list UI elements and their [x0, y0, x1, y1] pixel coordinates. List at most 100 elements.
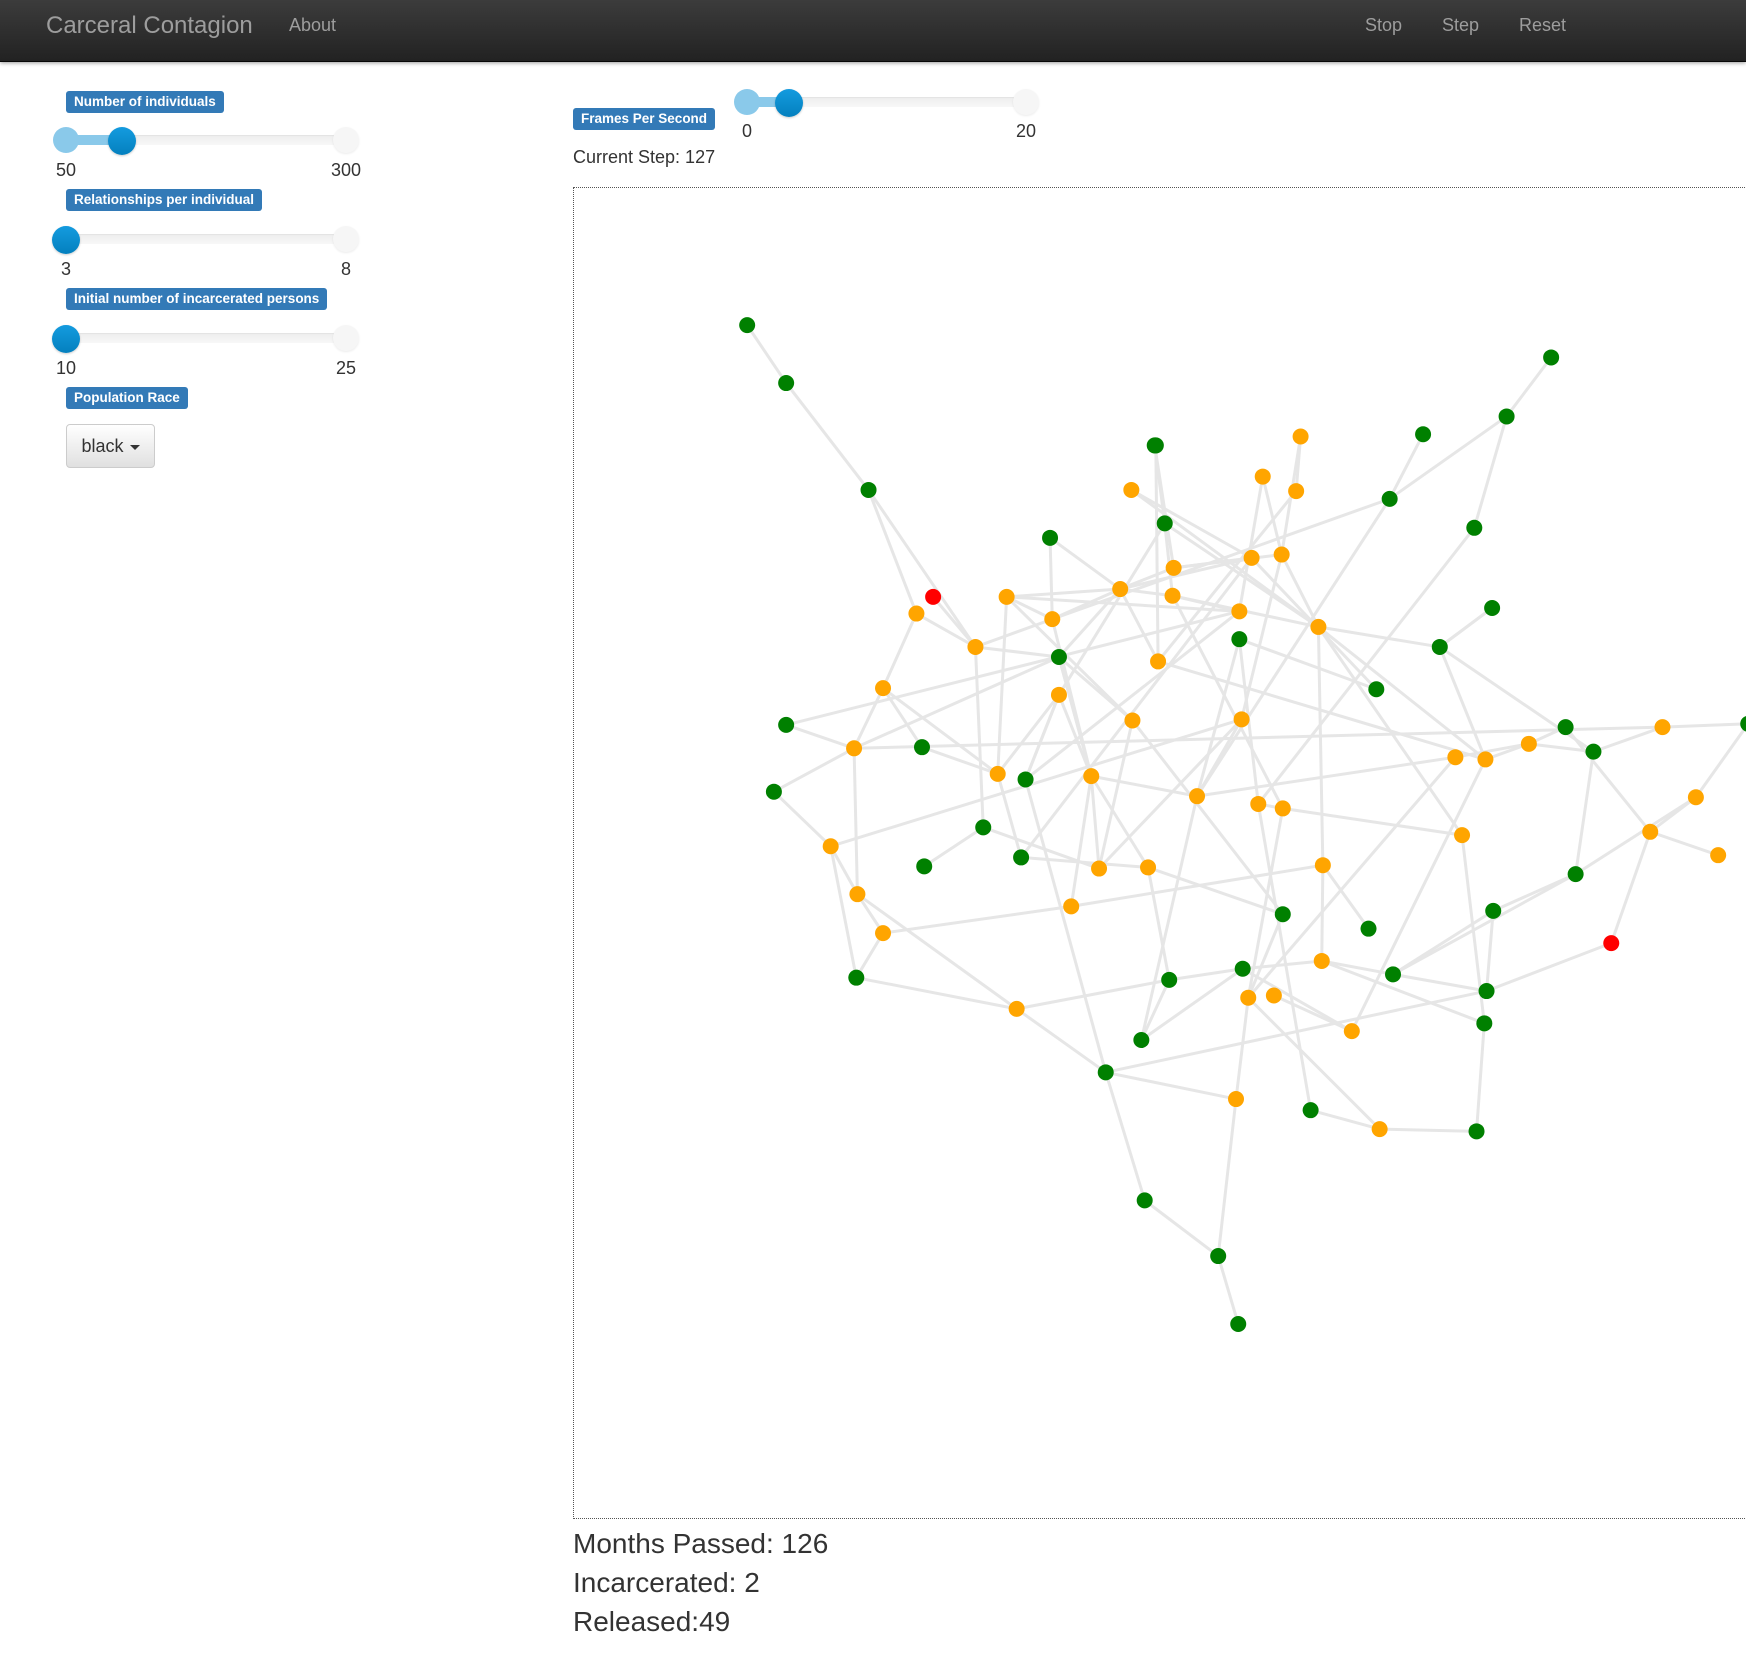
slider-handle[interactable] — [108, 127, 136, 155]
stop-button[interactable]: Stop — [1365, 15, 1402, 36]
person-node-free[interactable] — [1231, 631, 1248, 648]
person-node-free[interactable] — [1360, 920, 1377, 937]
person-node-free[interactable] — [975, 819, 992, 836]
person-node-free[interactable] — [916, 858, 933, 875]
person-node-free[interactable] — [1302, 1102, 1319, 1119]
relationships-slider[interactable] — [52, 226, 359, 254]
person-node-released[interactable] — [1313, 952, 1330, 969]
person-node-free[interactable] — [1740, 716, 1746, 732]
person-node-free[interactable] — [1476, 1015, 1493, 1032]
slider-handle[interactable] — [52, 325, 80, 353]
person-node-free[interactable] — [1567, 866, 1584, 883]
person-node-released[interactable] — [1310, 618, 1327, 635]
slider-handle[interactable] — [52, 226, 80, 254]
person-node-free[interactable] — [765, 783, 782, 800]
person-node-released[interactable] — [1454, 827, 1471, 844]
person-node-released[interactable] — [875, 925, 892, 942]
person-node-released[interactable] — [1044, 611, 1061, 628]
step-button[interactable]: Step — [1442, 15, 1479, 36]
fps-slider[interactable] — [734, 89, 1039, 117]
person-node-released[interactable] — [1063, 898, 1080, 915]
individuals-slider[interactable] — [53, 127, 359, 155]
person-node-free[interactable] — [1136, 1192, 1153, 1209]
person-node-released[interactable] — [1150, 653, 1167, 670]
person-node-free[interactable] — [1017, 771, 1034, 788]
person-node-free[interactable] — [1274, 906, 1291, 923]
brand-title[interactable]: Carceral Contagion — [46, 12, 253, 40]
person-node-released[interactable] — [998, 588, 1015, 605]
person-node-released[interactable] — [1371, 1121, 1388, 1138]
person-node-released[interactable] — [1274, 800, 1291, 817]
person-node-free[interactable] — [1133, 1032, 1150, 1049]
person-node-released[interactable] — [1710, 847, 1727, 864]
person-node-incarcerated[interactable] — [925, 588, 942, 605]
person-node-released[interactable] — [846, 740, 863, 757]
person-node-released[interactable] — [1447, 749, 1464, 766]
person-node-released[interactable] — [1124, 712, 1141, 729]
person-node-free[interactable] — [739, 317, 756, 334]
person-node-free[interactable] — [1210, 1248, 1227, 1265]
person-node-released[interactable] — [1243, 549, 1260, 566]
slider-handle[interactable] — [774, 89, 803, 117]
person-node-free[interactable] — [1156, 515, 1173, 532]
person-node-released[interactable] — [1654, 719, 1671, 736]
person-node-released[interactable] — [1343, 1023, 1360, 1040]
person-node-released[interactable] — [822, 838, 839, 855]
person-node-free[interactable] — [848, 969, 865, 986]
person-node-free[interactable] — [1381, 490, 1398, 507]
nav-about-link[interactable]: About — [289, 15, 336, 36]
person-node-released[interactable] — [1642, 823, 1659, 840]
person-node-released[interactable] — [1265, 987, 1282, 1004]
person-node-released[interactable] — [1112, 581, 1129, 598]
person-node-free[interactable] — [1013, 849, 1030, 866]
person-node-free[interactable] — [1468, 1123, 1485, 1140]
person-node-released[interactable] — [1292, 428, 1309, 445]
person-node-free[interactable] — [1484, 599, 1501, 616]
person-node-released[interactable] — [1050, 686, 1067, 703]
person-node-free[interactable] — [1485, 902, 1502, 919]
person-node-released[interactable] — [1477, 751, 1494, 768]
person-node-free[interactable] — [1147, 437, 1164, 454]
person-node-released[interactable] — [875, 680, 892, 697]
person-node-free[interactable] — [1234, 960, 1251, 977]
person-node-released[interactable] — [849, 886, 866, 903]
person-node-free[interactable] — [1585, 743, 1602, 760]
person-node-released[interactable] — [1091, 860, 1108, 877]
person-node-free[interactable] — [1431, 638, 1448, 655]
person-node-free[interactable] — [1543, 349, 1560, 366]
person-node-released[interactable] — [967, 638, 984, 655]
person-node-released[interactable] — [1164, 587, 1181, 604]
person-node-released[interactable] — [1250, 795, 1267, 812]
person-node-released[interactable] — [1273, 546, 1290, 563]
person-node-released[interactable] — [989, 765, 1006, 782]
person-node-released[interactable] — [1123, 481, 1140, 498]
person-node-free[interactable] — [1557, 719, 1574, 736]
person-node-free[interactable] — [1498, 408, 1515, 425]
person-node-released[interactable] — [1008, 1000, 1025, 1017]
person-node-free[interactable] — [778, 375, 795, 392]
person-node-released[interactable] — [1687, 789, 1704, 806]
person-node-free[interactable] — [1050, 648, 1067, 665]
person-node-released[interactable] — [1520, 735, 1537, 752]
person-node-released[interactable] — [1189, 788, 1206, 805]
person-node-free[interactable] — [860, 481, 877, 498]
person-node-free[interactable] — [1097, 1064, 1114, 1081]
person-node-released[interactable] — [1240, 989, 1257, 1006]
person-node-released[interactable] — [1140, 859, 1157, 876]
person-node-released[interactable] — [1254, 468, 1271, 485]
person-node-free[interactable] — [1478, 983, 1495, 1000]
person-node-released[interactable] — [1228, 1091, 1245, 1108]
reset-button[interactable]: Reset — [1519, 15, 1566, 36]
person-node-free[interactable] — [1161, 971, 1178, 988]
person-node-free[interactable] — [1368, 681, 1385, 698]
person-node-released[interactable] — [1288, 483, 1305, 500]
person-node-released[interactable] — [908, 605, 925, 622]
person-node-free[interactable] — [1415, 426, 1432, 443]
slider-track[interactable] — [66, 234, 346, 244]
slider-track[interactable] — [66, 333, 346, 343]
person-node-incarcerated[interactable] — [1603, 935, 1620, 952]
person-node-free[interactable] — [913, 739, 930, 756]
network-canvas[interactable] — [573, 187, 1746, 1519]
person-node-free[interactable] — [1385, 966, 1402, 983]
person-node-released[interactable] — [1233, 711, 1250, 728]
